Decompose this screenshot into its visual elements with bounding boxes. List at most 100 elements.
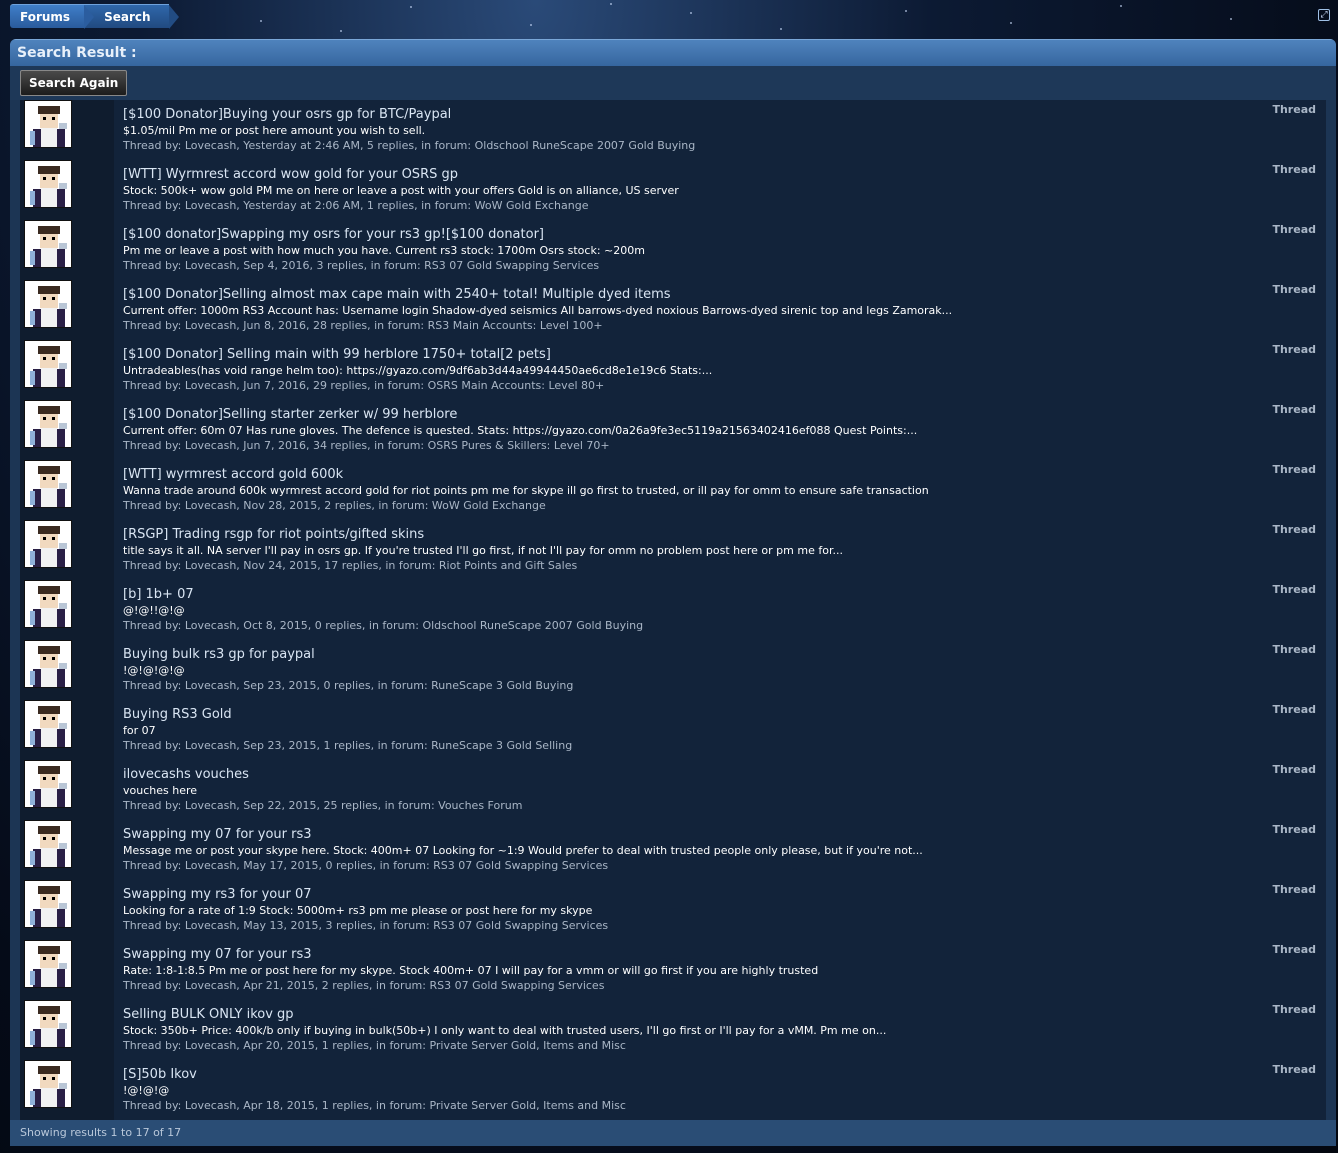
- result-type-label: Thread: [1272, 163, 1316, 176]
- avatar-column: [20, 760, 114, 820]
- avatar-column: [20, 1060, 114, 1120]
- result-row: [$100 Donator]Selling almost max cape ma…: [20, 280, 1326, 340]
- avatar[interactable]: [24, 760, 72, 808]
- result-meta: Thread by: Lovecash, Jun 7, 2016, 29 rep…: [123, 379, 605, 392]
- result-snippet: Looking for a rate of 1:9 Stock: 5000m+ …: [123, 904, 593, 917]
- avatar[interactable]: [24, 340, 72, 388]
- result-title-link[interactable]: [b] 1b+ 07: [123, 587, 194, 602]
- result-title-link[interactable]: [S]50b Ikov: [123, 1067, 197, 1082]
- result-content: [$100 Donator]Buying your osrs gp for BT…: [114, 100, 1326, 160]
- result-title-link[interactable]: [WTT] wyrmrest accord gold 600k: [123, 467, 343, 482]
- result-title-link[interactable]: [$100 Donator] Selling main with 99 herb…: [123, 347, 551, 362]
- avatar-column: [20, 100, 114, 160]
- breadcrumb-forums-link[interactable]: Forums: [10, 4, 95, 29]
- result-row: [$100 Donator] Selling main with 99 herb…: [20, 340, 1326, 400]
- avatar[interactable]: [24, 940, 72, 988]
- result-title-link[interactable]: [$100 donator]Swapping my osrs for your …: [123, 227, 544, 242]
- result-snippet: Stock: 350b+ Price: 400k/b only if buyin…: [123, 1024, 887, 1037]
- result-type-label: Thread: [1272, 223, 1316, 236]
- avatar[interactable]: [24, 220, 72, 268]
- result-title-link[interactable]: Buying bulk rs3 gp for paypal: [123, 647, 315, 662]
- result-row: Buying bulk rs3 gp for paypal !@!@!@!@ T…: [20, 640, 1326, 700]
- avatar-column: [20, 400, 114, 460]
- result-content: [$100 Donator]Selling starter zerker w/ …: [114, 400, 1326, 460]
- avatar[interactable]: [24, 1060, 72, 1108]
- result-content: ilovecashs vouches vouches here Thread b…: [114, 760, 1326, 820]
- result-content: [b] 1b+ 07 @!@!!@!@ Thread by: Lovecash,…: [114, 580, 1326, 640]
- result-title-link[interactable]: [$100 Donator]Buying your osrs gp for BT…: [123, 107, 451, 122]
- result-title-link[interactable]: Selling BULK ONLY ikov gp: [123, 1007, 294, 1022]
- result-title-link[interactable]: [RSGP] Trading rsgp for riot points/gift…: [123, 527, 424, 542]
- result-type-label: Thread: [1272, 343, 1316, 356]
- avatar[interactable]: [24, 880, 72, 928]
- avatar[interactable]: [24, 640, 72, 688]
- result-type-label: Thread: [1272, 1003, 1316, 1016]
- avatar-column: [20, 640, 114, 700]
- avatar-column: [20, 700, 114, 760]
- result-content: [WTT] wyrmrest accord gold 600k Wanna tr…: [114, 460, 1326, 520]
- result-meta: Thread by: Lovecash, May 13, 2015, 3 rep…: [123, 919, 609, 932]
- toolbar: Search Again: [10, 66, 1336, 100]
- result-content: [$100 Donator] Selling main with 99 herb…: [114, 340, 1326, 400]
- result-content: [WTT] Wyrmrest accord wow gold for your …: [114, 160, 1326, 220]
- result-title-link[interactable]: Swapping my 07 for your rs3: [123, 827, 312, 842]
- search-result-panel: Search Result : Search Again [$100 Donat…: [10, 39, 1336, 1146]
- avatar[interactable]: [24, 460, 72, 508]
- result-snippet: @!@!!@!@: [123, 604, 185, 617]
- avatar-column: [20, 1000, 114, 1060]
- result-snippet: Pm me or leave a post with how much you …: [123, 244, 645, 257]
- result-meta: Thread by: Lovecash, Sep 4, 2016, 3 repl…: [123, 259, 600, 272]
- result-meta: Thread by: Lovecash, Yesterday at 2:06 A…: [123, 199, 589, 212]
- avatar-column: [20, 280, 114, 340]
- results-list: [$100 Donator]Buying your osrs gp for BT…: [20, 100, 1326, 1120]
- avatar-column: [20, 580, 114, 640]
- avatar[interactable]: [24, 400, 72, 448]
- result-snippet: for 07: [123, 724, 156, 737]
- result-meta: Thread by: Lovecash, Nov 24, 2015, 17 re…: [123, 559, 578, 572]
- result-type-label: Thread: [1272, 403, 1316, 416]
- avatar[interactable]: [24, 280, 72, 328]
- result-title-link[interactable]: [$100 Donator]Selling starter zerker w/ …: [123, 407, 457, 422]
- breadcrumb-search-link[interactable]: Search: [84, 4, 180, 29]
- avatar[interactable]: [24, 580, 72, 628]
- result-title-link[interactable]: Buying RS3 Gold: [123, 707, 232, 722]
- result-content: Swapping my 07 for your rs3 Rate: 1:8-1:…: [114, 940, 1326, 1000]
- result-snippet: !@!@!@: [123, 1084, 170, 1097]
- result-title-link[interactable]: Swapping my 07 for your rs3: [123, 947, 312, 962]
- result-title-link[interactable]: Swapping my rs3 for your 07: [123, 887, 312, 902]
- result-type-label: Thread: [1272, 943, 1316, 956]
- result-snippet: Rate: 1:8-1:8.5 Pm me or post here for m…: [123, 964, 819, 977]
- avatar[interactable]: [24, 700, 72, 748]
- avatar-column: [20, 520, 114, 580]
- panel-title: Search Result :: [10, 39, 1336, 66]
- avatar[interactable]: [24, 520, 72, 568]
- avatar[interactable]: [24, 160, 72, 208]
- result-row: [WTT] wyrmrest accord gold 600k Wanna tr…: [20, 460, 1326, 520]
- result-meta: Thread by: Lovecash, Jun 7, 2016, 34 rep…: [123, 439, 610, 452]
- result-content: Buying RS3 Gold for 07 Thread by: Loveca…: [114, 700, 1326, 760]
- avatar[interactable]: [24, 100, 72, 148]
- result-row: [WTT] Wyrmrest accord wow gold for your …: [20, 160, 1326, 220]
- result-row: [S]50b Ikov !@!@!@ Thread by: Lovecash, …: [20, 1060, 1326, 1120]
- result-snippet: Message me or post your skype here. Stoc…: [123, 844, 923, 857]
- result-meta: Thread by: Lovecash, Sep 23, 2015, 0 rep…: [123, 679, 574, 692]
- result-type-label: Thread: [1272, 523, 1316, 536]
- avatar[interactable]: [24, 1000, 72, 1048]
- result-type-label: Thread: [1272, 643, 1316, 656]
- result-snippet: Wanna trade around 600k wyrmrest accord …: [123, 484, 929, 497]
- result-meta: Thread by: Lovecash, Apr 21, 2015, 2 rep…: [123, 979, 605, 992]
- result-title-link[interactable]: [WTT] Wyrmrest accord wow gold for your …: [123, 167, 458, 182]
- result-content: Buying bulk rs3 gp for paypal !@!@!@!@ T…: [114, 640, 1326, 700]
- result-title-link[interactable]: ilovecashs vouches: [123, 767, 249, 782]
- result-snippet: Current offer: 1000m RS3 Account has: Us…: [123, 304, 953, 317]
- breadcrumb: Forums Search: [10, 4, 180, 29]
- avatar[interactable]: [24, 820, 72, 868]
- result-row: Swapping my rs3 for your 07 Looking for …: [20, 880, 1326, 940]
- result-content: [$100 donator]Swapping my osrs for your …: [114, 220, 1326, 280]
- result-title-link[interactable]: [$100 Donator]Selling almost max cape ma…: [123, 287, 671, 302]
- search-again-button[interactable]: Search Again: [20, 70, 128, 96]
- avatar-column: [20, 880, 114, 940]
- result-snippet: Current offer: 60m 07 Has rune gloves. T…: [123, 424, 918, 437]
- result-row: [$100 Donator]Buying your osrs gp for BT…: [20, 100, 1326, 160]
- expand-icon[interactable]: ⤢: [1318, 9, 1330, 21]
